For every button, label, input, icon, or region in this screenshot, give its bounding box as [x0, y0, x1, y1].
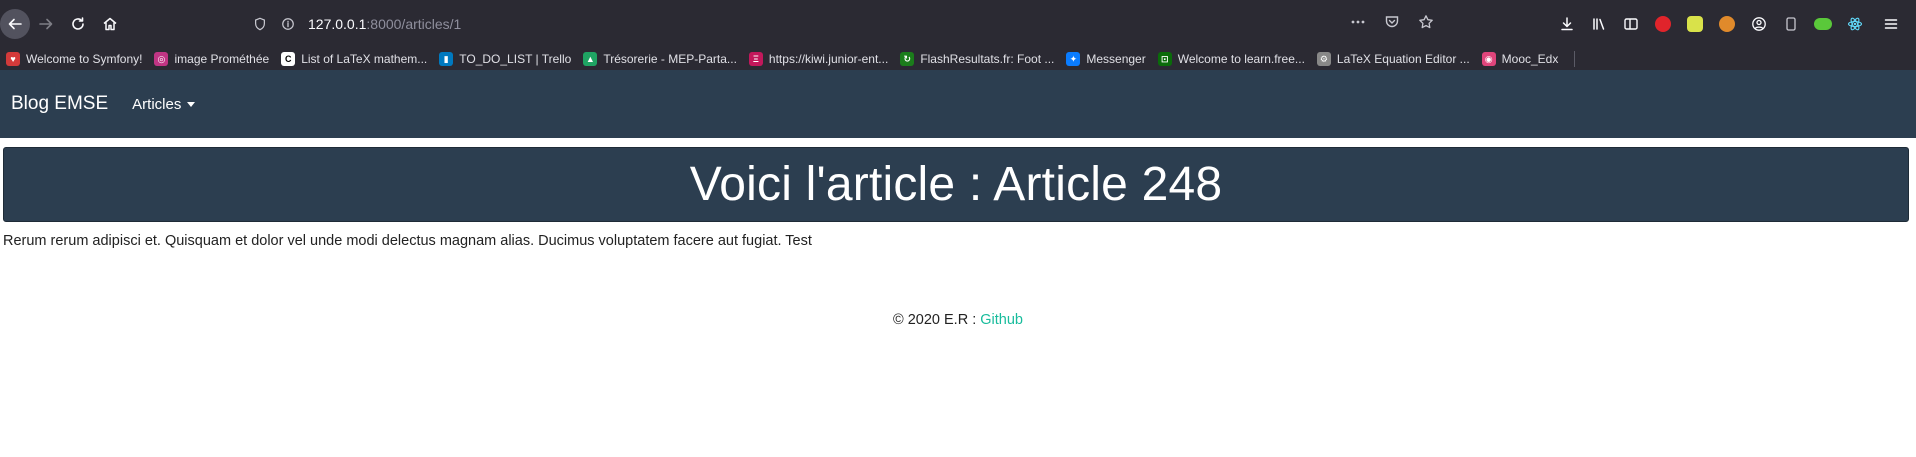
- toolbar-right: [1555, 12, 1903, 36]
- url-bar[interactable]: 127.0.0.1:8000/articles/1: [210, 0, 1440, 48]
- bookmark-item[interactable]: ✦ Messenger: [1066, 52, 1146, 66]
- extension-card-icon[interactable]: [1779, 12, 1803, 36]
- pocket-icon[interactable]: [1382, 12, 1402, 32]
- bookmark-label: FlashResultats.fr: Foot ...: [920, 52, 1055, 66]
- bookmark-label: image Prométhée: [174, 52, 270, 66]
- bookmark-item[interactable]: ⊡ Welcome to learn.free...: [1157, 52, 1305, 66]
- bookmark-favicon-icon: ▲: [583, 52, 598, 66]
- article-header: Voici l'article : Article 248: [3, 147, 1909, 222]
- menu-icon[interactable]: [1879, 12, 1903, 36]
- extension-stop-icon[interactable]: [1651, 12, 1675, 36]
- bookmarks-separator: [1574, 51, 1576, 67]
- bookmark-item[interactable]: C List of LaTeX mathem...: [281, 52, 427, 66]
- extension-react-icon[interactable]: [1843, 12, 1867, 36]
- bookmarks-bar: ♥ Welcome to Symfony! ◎ image Prométhée C Lis…: [0, 48, 1916, 70]
- bookmark-item[interactable]: ▲ Trésorerie - MEP-Parta...: [583, 52, 737, 66]
- bookmark-favicon-icon: ⊡: [1157, 52, 1172, 66]
- home-button[interactable]: [94, 8, 126, 40]
- caret-down-icon: [187, 101, 196, 107]
- extension-smiley-icon[interactable]: [1683, 12, 1707, 36]
- sidebar-icon[interactable]: [1619, 12, 1643, 36]
- back-button[interactable]: [0, 9, 30, 39]
- site-footer: © 2020 E.R : Github: [0, 312, 1916, 328]
- bookmark-item[interactable]: Ξhttps://kiwi.junior-ent...: [748, 52, 889, 66]
- bookmark-label: List of LaTeX mathem...: [301, 52, 428, 66]
- arrow-left-icon: [8, 18, 22, 30]
- bookmark-favicon-icon: ▮: [439, 52, 454, 66]
- bookmark-favicon-icon: ◉: [1481, 52, 1496, 66]
- site-navbar: Blog EMSE Articles: [0, 70, 1916, 138]
- library-icon[interactable]: [1587, 12, 1611, 36]
- bookmark-favicon-icon: C: [281, 52, 296, 66]
- bookmark-item[interactable]: ◉ Mooc_Edx: [1481, 52, 1559, 66]
- url-host: 127.0.0.1: [308, 16, 367, 32]
- site-brand[interactable]: Blog EMSE: [11, 93, 108, 115]
- forward-button[interactable]: [30, 8, 62, 40]
- reload-icon: [72, 17, 84, 30]
- bookmark-label: TO_DO_LIST | Trello: [459, 52, 572, 66]
- bookmark-item[interactable]: ⚙ LaTeX Equation Editor ...: [1316, 52, 1470, 66]
- download-icon[interactable]: [1555, 12, 1579, 36]
- github-link[interactable]: Github: [980, 312, 1023, 328]
- url-path: :8000/articles/1: [366, 16, 462, 32]
- bookmark-label: LaTeX Equation Editor ...: [1336, 52, 1470, 66]
- bookmark-star-icon[interactable]: [1416, 12, 1436, 32]
- bookmark-label: Messenger: [1086, 52, 1146, 66]
- info-icon[interactable]: [280, 16, 296, 32]
- extension-toggle-icon[interactable]: [1811, 12, 1835, 36]
- page-content: Blog EMSE Articles Voici l'article : Art…: [0, 70, 1916, 457]
- bookmark-favicon-icon: ⚙: [1316, 52, 1331, 66]
- bookmark-favicon-icon: ◎: [154, 52, 169, 66]
- bookmark-item[interactable]: ◎ image Prométhée: [154, 52, 269, 66]
- url-text[interactable]: 127.0.0.1:8000/articles/1: [308, 16, 461, 32]
- bookmark-favicon-icon: ↻: [900, 52, 915, 66]
- bookmark-label: https://kiwi.junior-ent...: [768, 52, 889, 66]
- extension-monkey-icon[interactable]: [1715, 12, 1739, 36]
- bookmark-item[interactable]: ♥ Welcome to Symfony!: [6, 52, 142, 66]
- footer-copyright: © 2020 E.R :: [893, 312, 981, 328]
- bookmark-label: Mooc_Edx: [1501, 52, 1559, 66]
- bookmark-favicon-icon: Ξ: [748, 52, 763, 66]
- reload-button[interactable]: [62, 8, 94, 40]
- bookmark-item[interactable]: ↻ FlashResultats.fr: Foot ...: [900, 52, 1054, 66]
- home-icon: [103, 17, 117, 31]
- articles-dropdown[interactable]: Articles: [132, 95, 196, 113]
- browser-toolbar: 127.0.0.1:8000/articles/1: [0, 0, 1916, 48]
- bookmark-item[interactable]: ▮ TO_DO_LIST | Trello: [439, 52, 571, 66]
- bookmark-label: Welcome to learn.free...: [1177, 52, 1305, 66]
- tracking-shield-icon[interactable]: [252, 16, 268, 32]
- bookmark-label: Trésorerie - MEP-Parta...: [603, 52, 737, 66]
- articles-dropdown-label: Articles: [132, 95, 182, 113]
- urlbar-actions: [1348, 12, 1436, 32]
- article-body: Rerum rerum adipisci et. Quisquam et dol…: [3, 233, 812, 249]
- bookmark-favicon-icon: ✦: [1066, 52, 1081, 66]
- page-actions-icon[interactable]: [1348, 12, 1368, 32]
- account-icon[interactable]: [1747, 12, 1771, 36]
- article-title: Voici l'article : Article 248: [689, 158, 1223, 211]
- bookmark-favicon-icon: ♥: [6, 52, 20, 66]
- arrow-right-icon: [39, 18, 53, 30]
- bookmark-label: Welcome to Symfony!: [26, 52, 143, 66]
